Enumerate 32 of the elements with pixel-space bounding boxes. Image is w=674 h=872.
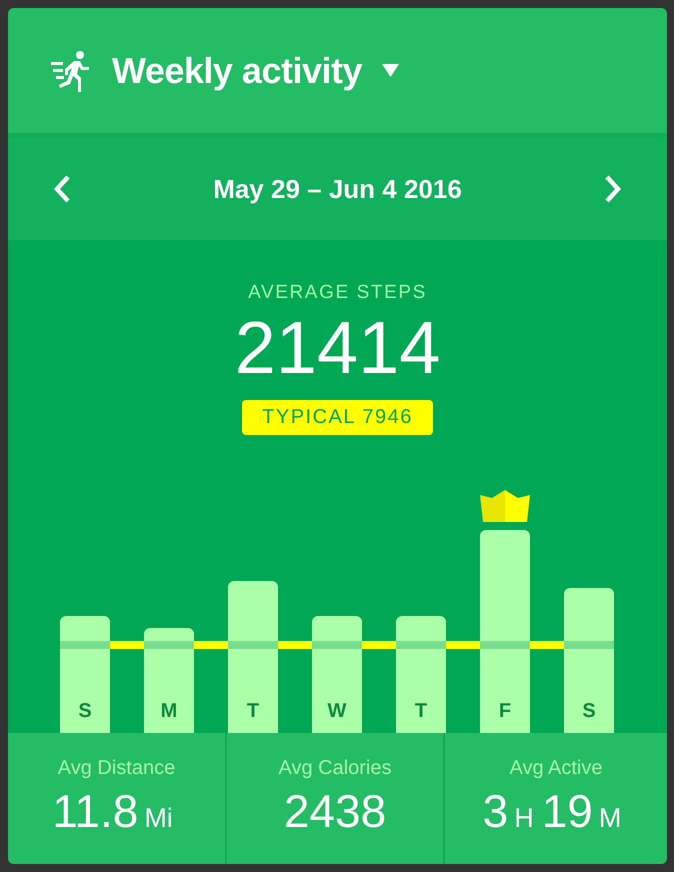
day-label: T	[414, 700, 428, 723]
stat-label: Avg Active	[509, 757, 603, 780]
stat-value: 3	[482, 784, 508, 838]
typical-steps-badge: TYPICAL 7946	[242, 400, 433, 435]
average-steps-label: AVERAGE STEPS	[248, 282, 427, 304]
stat-unit: H	[514, 803, 534, 834]
typical-band	[480, 641, 530, 649]
typical-band	[144, 641, 194, 649]
day-label: S	[78, 700, 92, 723]
stat-label: Avg Distance	[58, 757, 176, 780]
date-range: May 29 – Jun 4 2016	[213, 174, 462, 204]
stat-unit: M	[598, 803, 622, 834]
day-label: T	[246, 700, 260, 723]
typical-band	[396, 641, 446, 649]
dropdown-caret-icon[interactable]	[382, 64, 399, 77]
stat-value: 19	[542, 784, 593, 838]
header-title[interactable]: Weekly activity	[112, 50, 362, 92]
day-label: W	[328, 700, 346, 723]
stat-value: 11.8	[52, 784, 138, 838]
stat-value: 2438	[284, 784, 386, 838]
stat-unit: Mi	[144, 803, 173, 834]
typical-band	[312, 641, 362, 649]
average-steps-value: 21414	[234, 306, 440, 390]
running-person-icon	[50, 50, 90, 92]
typical-band	[564, 641, 614, 649]
typical-band	[228, 641, 278, 649]
stat-label: Avg Calories	[278, 757, 392, 780]
day-label: F	[498, 700, 512, 723]
day-label: S	[582, 700, 596, 723]
crown-icon	[480, 490, 530, 522]
day-label: M	[160, 700, 178, 723]
typical-band	[60, 641, 110, 649]
